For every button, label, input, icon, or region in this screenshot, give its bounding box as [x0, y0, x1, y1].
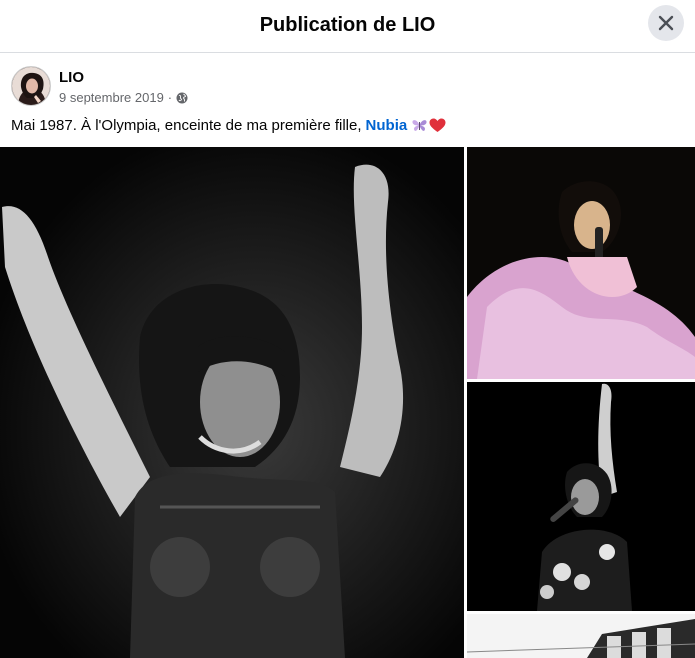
photo-main[interactable]: [0, 147, 464, 658]
caption-text: Mai 1987. À l'Olympia, enceinte de ma pr…: [11, 117, 362, 134]
globe-icon: [176, 92, 188, 104]
butterfly-emoji-icon: [411, 118, 428, 133]
post-author-row: LIO 9 septembre 2019 ·: [11, 66, 411, 108]
dialog-title: Publication de LIO: [259, 14, 436, 36]
red-heart-emoji-icon: [429, 118, 446, 133]
dialog-header: Publication de LIO: [0, 0, 695, 53]
avatar[interactable]: [11, 66, 51, 106]
close-icon: [658, 15, 674, 31]
close-button[interactable]: [648, 5, 684, 41]
post-caption: Mai 1987. À l'Olympia, enceinte de ma pr…: [11, 117, 446, 134]
tagged-person-link[interactable]: Nubia: [366, 117, 408, 134]
photo-building[interactable]: [467, 614, 695, 658]
meta-separator: ·: [167, 90, 173, 105]
post-meta: 9 septembre 2019 ·: [59, 90, 188, 105]
author-name[interactable]: LIO: [59, 69, 84, 86]
photo-bw-mic[interactable]: [467, 382, 695, 611]
post-date[interactable]: 9 septembre 2019: [59, 90, 164, 105]
photo-pink[interactable]: [467, 147, 695, 379]
